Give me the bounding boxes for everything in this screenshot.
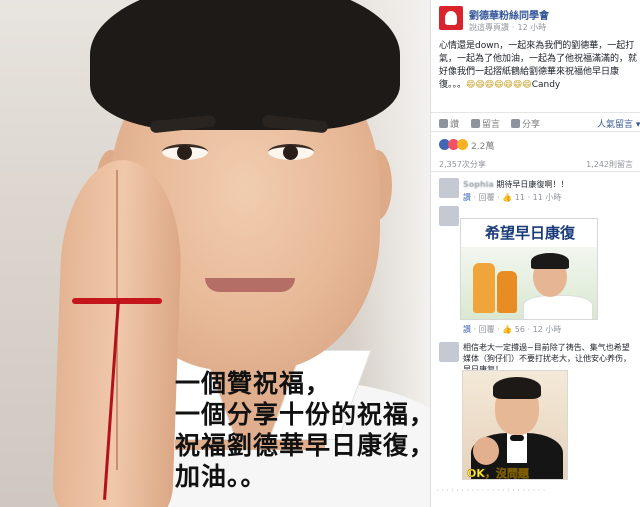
ok-hand-icon xyxy=(473,437,499,465)
wow-reaction-icon xyxy=(457,139,468,150)
post-time[interactable]: 12 小時 xyxy=(518,23,547,32)
comment-body: 期待早日康復啊！！ xyxy=(496,180,569,189)
share-count-link[interactable]: 2,357次分享 xyxy=(439,159,486,170)
comment-image-caption: OK，沒問題 xyxy=(467,467,529,480)
comment-item: Sophia 期待早日康復啊！！ 讚 · 回覆 · 👍 11 · 11 小時 xyxy=(431,176,640,204)
comment-time[interactable]: 12 小時 xyxy=(533,325,562,334)
comment-image-ok[interactable]: OK，沒問題 xyxy=(462,370,568,480)
comment-text: Sophia 期待早日康復啊！！ xyxy=(463,179,635,190)
post-body: 心情還是down，一起來為我們的劉德華，一起打氣，一起為了他加油，一起為了他祝福… xyxy=(439,40,637,92)
like-button[interactable]: 讚 xyxy=(439,117,459,130)
person-body xyxy=(523,295,593,319)
comment-time[interactable]: 11 小時 xyxy=(533,193,562,202)
commenter-avatar[interactable] xyxy=(439,342,459,362)
thumbs-up-icon xyxy=(439,119,448,128)
person-hair xyxy=(493,377,541,399)
photo-praying-hands xyxy=(51,158,185,507)
comment-sort-label: 人氣留言 xyxy=(597,120,634,130)
comment-item: 相信老大一定撐過~目前除了祷告、集气也希望媒体（狗仔们）不要打扰老大，让他安心养… xyxy=(431,340,640,374)
post-header: 劉德華粉絲同學會 說這專頁讚 · 12 小時 xyxy=(431,0,640,38)
comment-like-count: 56 xyxy=(514,325,525,334)
photo-caption-line: 加油。。 xyxy=(175,462,267,491)
page-avatar[interactable] xyxy=(439,6,463,30)
page-name-link[interactable]: 劉德華粉絲同學會 xyxy=(469,7,549,22)
emoji-row: 😄😄😄😄😄😄😄 xyxy=(466,80,532,90)
share-label: 分享 xyxy=(522,120,541,130)
photo-mouth xyxy=(205,278,295,292)
share-button[interactable]: 分享 xyxy=(511,117,540,130)
photo-hair xyxy=(90,0,400,130)
comment-button[interactable]: 留言 xyxy=(471,117,500,130)
photo-pupil-left xyxy=(177,145,192,160)
comment-meta: 讚 · 回覆 · 👍 11 · 11 小時 xyxy=(463,193,562,202)
commenter-avatar[interactable] xyxy=(439,178,459,198)
commenter-avatar[interactable] xyxy=(439,206,459,226)
comment-like-link[interactable]: 讚 xyxy=(463,193,471,202)
photo-pupil-right xyxy=(283,145,298,160)
comment-reply-link[interactable]: 回覆 xyxy=(479,193,495,202)
comment-image-title: 希望早日康復 xyxy=(484,224,575,242)
reaction-summary[interactable]: 2.2萬 xyxy=(431,134,640,156)
comment-count-link[interactable]: 1,242則留言 xyxy=(586,159,633,170)
comment-meta: 讚 · 回覆 · 👍 56 · 12 小時 xyxy=(463,325,562,334)
meta-separator: · xyxy=(512,23,515,32)
drink-bottle xyxy=(497,271,517,313)
comment-like-count: 11 xyxy=(514,193,525,202)
reaction-count: 2.2萬 xyxy=(471,142,495,152)
comment-sort-dropdown[interactable]: 人氣留言 ▾ xyxy=(597,117,640,130)
share-comment-counts: 2,357次分享 1,242則留言 xyxy=(431,156,640,172)
post-photo[interactable]: 一個贊祝福， 一個分享十份的祝福， 祝福劉德華早日康復， 加油。。 xyxy=(0,0,430,507)
comment-like-link[interactable]: 讚 xyxy=(463,325,471,334)
person-hair xyxy=(531,253,569,269)
commenter-name[interactable]: Sophia xyxy=(463,180,494,189)
post-action-bar: 讚 留言 分享 人氣留言 ▾ xyxy=(431,112,640,132)
bow-tie xyxy=(510,435,524,441)
post-meta-source: 說這專頁讚 xyxy=(469,23,509,32)
like-label: 讚 xyxy=(450,120,460,130)
comment-image-get-well[interactable]: 希望早日康復 xyxy=(460,218,598,320)
post-meta: 說這專頁讚 · 12 小時 xyxy=(469,22,546,33)
post-signature: Candy xyxy=(531,80,561,90)
comment-icon xyxy=(471,119,480,128)
photo-caption-line: 一個分享十份的祝福， xyxy=(175,400,430,429)
comment-reply-link[interactable]: 回覆 xyxy=(479,325,495,334)
more-comments-indicator: · · · · · · · · · · · · · · · · · · · · … xyxy=(436,486,546,495)
comment-label: 留言 xyxy=(482,120,501,130)
photo-caption: 一個贊祝福， 一個分享十份的祝福， 祝福劉德華早日康復， 加油。。 xyxy=(175,368,430,492)
photo-caption-line: 祝福劉德華早日康復， xyxy=(175,431,430,460)
share-icon xyxy=(511,119,520,128)
drink-bottle xyxy=(473,263,495,313)
photo-caption-line: 一個贊祝福， xyxy=(175,369,332,398)
